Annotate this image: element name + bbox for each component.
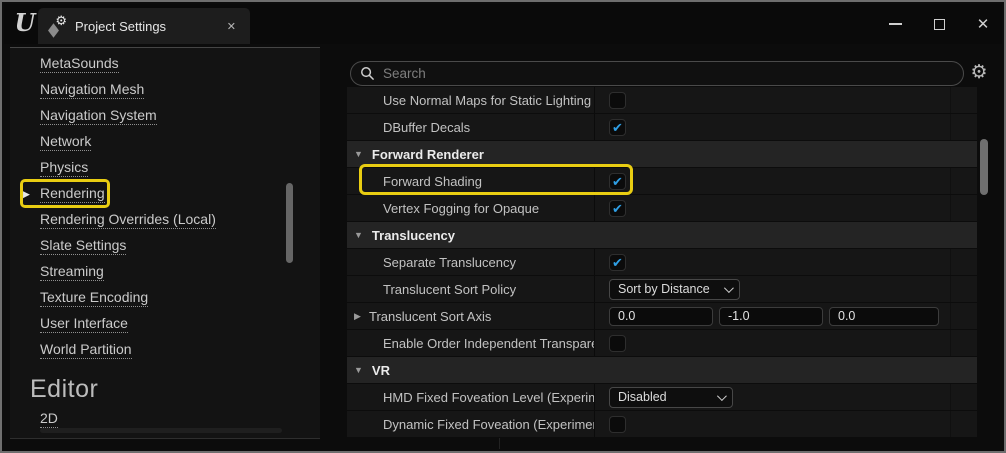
collapse-arrow-icon[interactable]: ▼: [354, 230, 363, 240]
checkbox-dynamic-fixed-foveation[interactable]: [609, 416, 626, 433]
collapse-arrow-icon[interactable]: ▼: [354, 365, 363, 375]
sidebar-horizontal-scrollbar[interactable]: [40, 428, 282, 433]
sidebar-item-texture-encoding[interactable]: Texture Encoding: [10, 285, 320, 311]
dropdown-hmd-fixed-foveation[interactable]: Disabled: [609, 387, 733, 408]
setting-row-separate-translucency: Separate Translucency ✔: [347, 249, 977, 276]
sidebar-item-slate-settings[interactable]: Slate Settings: [10, 233, 320, 259]
setting-row-vertex-fogging: Vertex Fogging for Opaque ✔: [347, 195, 977, 222]
sidebar-item-physics[interactable]: Physics: [10, 155, 320, 181]
settings-rows: Use Normal Maps for Static Lighting DBuf…: [347, 87, 977, 438]
maximize-icon: [934, 19, 945, 30]
sidebar-item-streaming[interactable]: Streaming: [10, 259, 320, 285]
project-settings-window: U ⚙ Project Settings ✕ ✕ MetaSounds Navi…: [0, 0, 1006, 453]
setting-label: Dynamic Fixed Foveation (Experimental): [347, 411, 595, 437]
setting-label: Translucent Sort Axis: [369, 309, 491, 324]
checkbox-forward-shading[interactable]: ✔: [609, 173, 626, 190]
section-header-vr[interactable]: ▼ VR: [347, 357, 977, 384]
sidebar-scrollbar[interactable]: [286, 183, 293, 263]
setting-label: Enable Order Independent Transparency (E…: [347, 330, 595, 356]
sidebar-section-editor: Editor: [30, 375, 320, 404]
sidebar-item-network[interactable]: Network: [10, 129, 320, 155]
unreal-engine-logo-icon: U: [12, 8, 38, 38]
checkbox-separate-translucency[interactable]: ✔: [609, 254, 626, 271]
checkbox-dbuffer-decals[interactable]: ✔: [609, 119, 626, 136]
chevron-down-icon: [724, 283, 734, 293]
sort-axis-z-field[interactable]: [829, 307, 939, 326]
dock-splitter: [499, 437, 500, 449]
sort-axis-x-field[interactable]: [609, 307, 713, 326]
dropdown-translucent-sort-policy[interactable]: Sort by Distance: [609, 279, 740, 300]
sidebar-item-navigation-system[interactable]: Navigation System: [10, 103, 320, 129]
setting-row-translucent-sort-axis: ▶ Translucent Sort Axis: [347, 303, 977, 330]
sidebar-item-rendering[interactable]: ▶ Rendering: [10, 181, 320, 207]
sidebar-item-rendering-overrides[interactable]: Rendering Overrides (Local): [10, 207, 320, 233]
section-header-forward-renderer[interactable]: ▼ Forward Renderer: [347, 141, 977, 168]
settings-nav-sidebar: MetaSounds Navigation Mesh Navigation Sy…: [10, 47, 320, 439]
tab-close-icon[interactable]: ✕: [223, 18, 240, 35]
setting-row-use-normal-maps: Use Normal Maps for Static Lighting: [347, 87, 977, 114]
settings-options-gear-icon[interactable]: ⚙: [967, 60, 991, 86]
window-controls: ✕: [884, 8, 994, 40]
sidebar-item-world-partition[interactable]: World Partition: [10, 337, 320, 363]
setting-row-hmd-fixed-foveation: HMD Fixed Foveation Level (Experimental)…: [347, 384, 977, 411]
checkbox-vertex-fogging[interactable]: ✔: [609, 200, 626, 217]
setting-row-translucent-sort-policy: Translucent Sort Policy Sort by Distance: [347, 276, 977, 303]
minimize-button[interactable]: [884, 13, 906, 35]
sidebar-item-navigation-mesh[interactable]: Navigation Mesh: [10, 77, 320, 103]
setting-label: Forward Shading: [347, 168, 595, 194]
setting-label: DBuffer Decals: [347, 114, 595, 140]
maximize-button[interactable]: [928, 13, 950, 35]
sidebar-nav-list: MetaSounds Navigation Mesh Navigation Sy…: [10, 48, 320, 432]
checkbox-order-independent-transparency[interactable]: [609, 335, 626, 352]
expand-arrow-icon[interactable]: ▶: [23, 189, 30, 200]
expand-arrow-icon[interactable]: ▶: [354, 311, 361, 322]
sidebar-item-user-interface[interactable]: User Interface: [10, 311, 320, 337]
checkbox-use-normal-maps[interactable]: [609, 92, 626, 109]
tab-project-settings[interactable]: ⚙ Project Settings ✕: [38, 8, 250, 44]
setting-row-forward-shading: Forward Shading ✔: [347, 168, 977, 195]
sort-axis-y-field[interactable]: [719, 307, 823, 326]
setting-row-dynamic-fixed-foveation: Dynamic Fixed Foveation (Experimental): [347, 411, 977, 438]
setting-label: Use Normal Maps for Static Lighting: [347, 87, 595, 113]
settings-scrollbar[interactable]: [980, 139, 988, 195]
search-input[interactable]: [383, 66, 963, 81]
setting-label: HMD Fixed Foveation Level (Experimental): [347, 384, 595, 410]
section-header-translucency[interactable]: ▼ Translucency: [347, 222, 977, 249]
titlebar: U ⚙ Project Settings ✕ ✕: [4, 4, 1002, 44]
setting-label: Vertex Fogging for Opaque: [347, 195, 595, 221]
chevron-down-icon: [717, 391, 727, 401]
setting-label: Separate Translucency: [347, 249, 595, 275]
setting-row-dbuffer-decals: DBuffer Decals ✔: [347, 114, 977, 141]
tab-title: Project Settings: [75, 19, 166, 34]
search-bar: [350, 61, 964, 86]
close-button[interactable]: ✕: [972, 13, 994, 35]
collapse-arrow-icon[interactable]: ▼: [354, 149, 363, 159]
search-icon: [360, 66, 375, 81]
setting-row-order-independent-transparency: Enable Order Independent Transparency (E…: [347, 330, 977, 357]
setting-label: Translucent Sort Policy: [347, 276, 595, 302]
minimize-icon: [889, 23, 902, 25]
project-settings-icon: ⚙: [48, 17, 66, 35]
sidebar-item-metasounds[interactable]: MetaSounds: [10, 51, 320, 77]
